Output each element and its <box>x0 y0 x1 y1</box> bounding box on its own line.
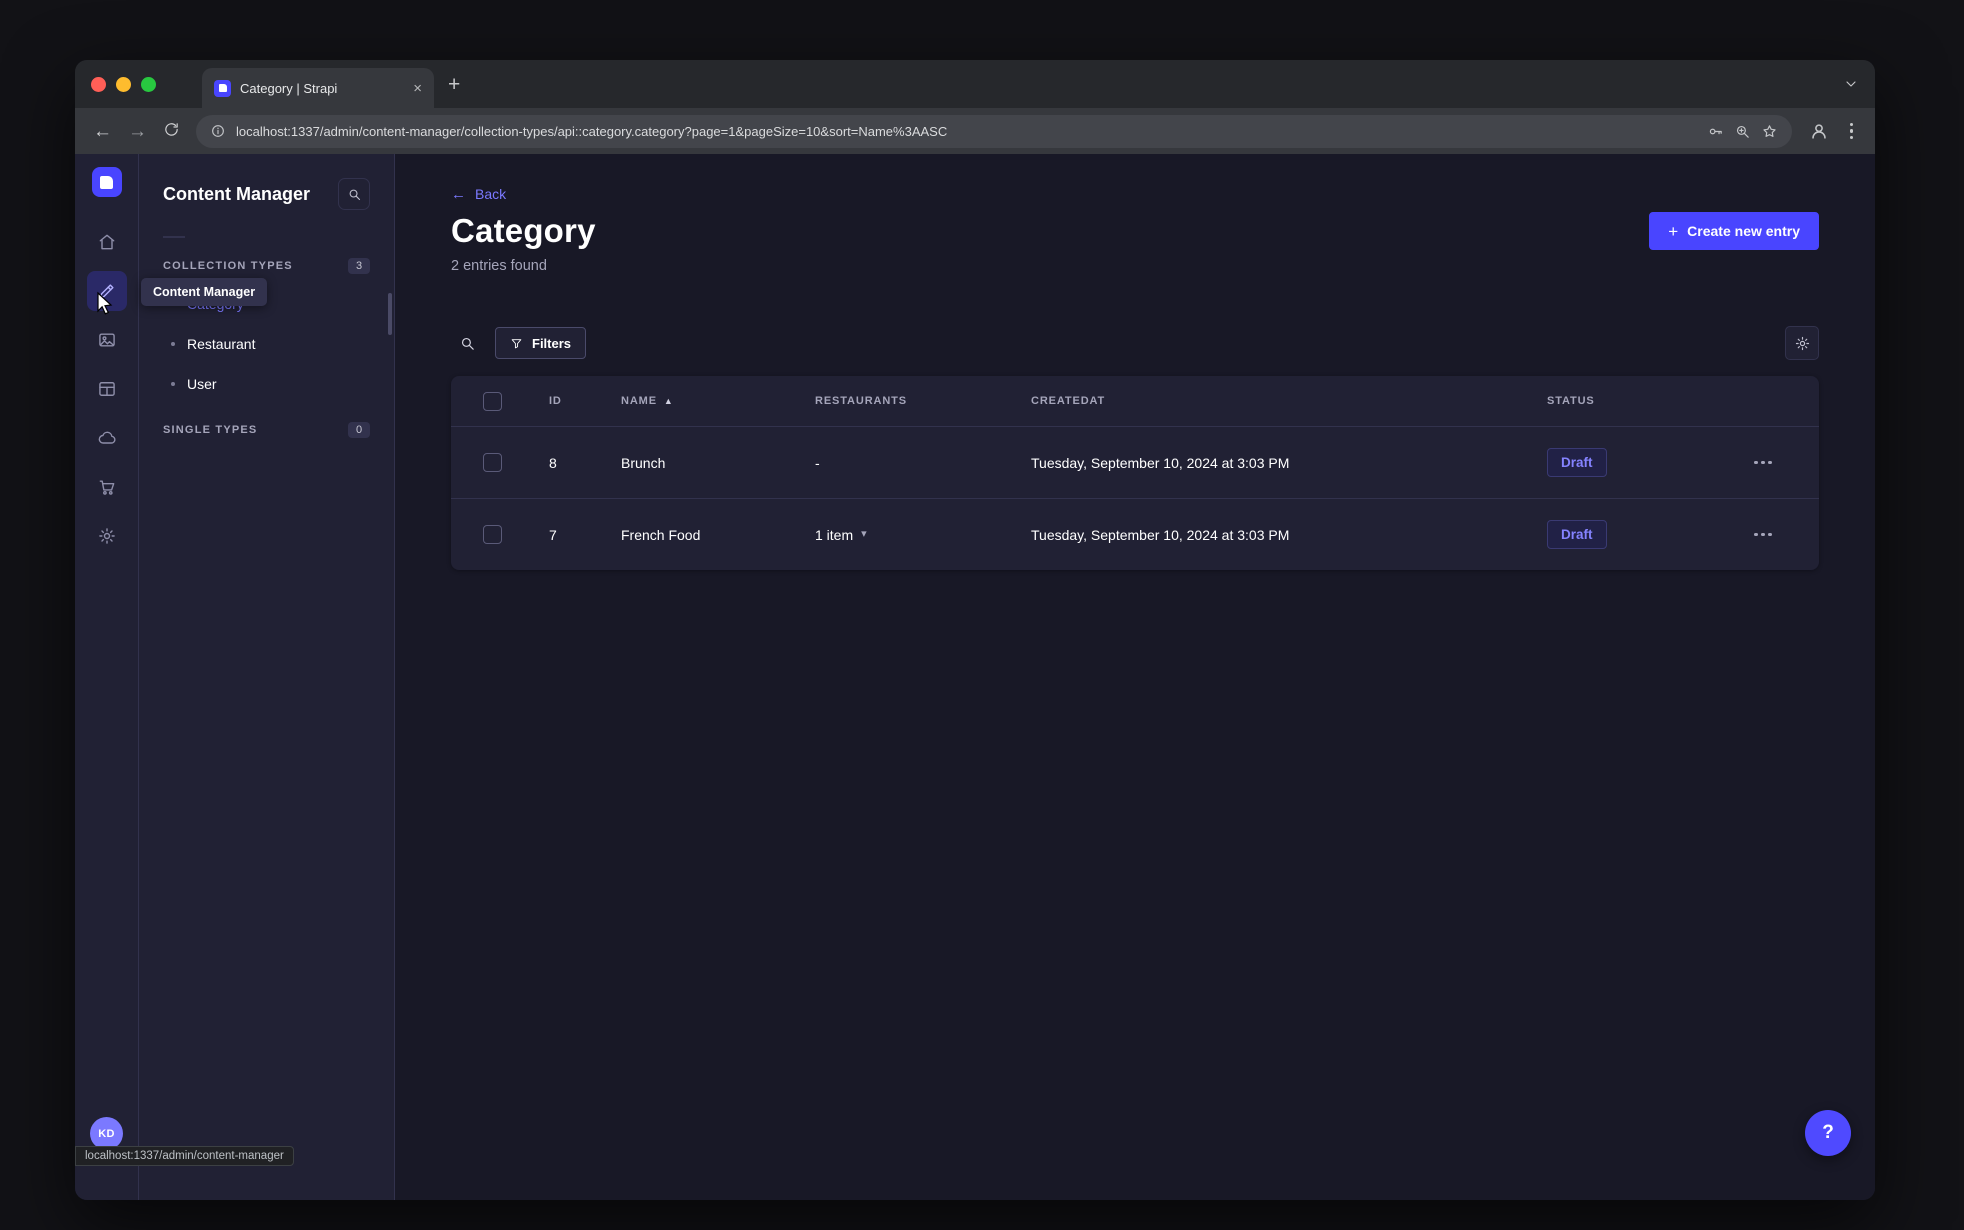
subnav-search-button[interactable] <box>338 178 370 210</box>
content-manager-subnav: Content Manager COLLECTION TYPES 3 Categ… <box>139 154 395 1200</box>
single-types-label: SINGLE TYPES <box>163 424 258 436</box>
column-header-name-label: NAME <box>621 395 657 407</box>
table-row[interactable]: 7 French Food 1 item ▾ Tuesday, Septembe… <box>451 498 1819 570</box>
window-close-button[interactable] <box>91 76 106 92</box>
subnav-scrollbar-thumb[interactable] <box>388 293 392 335</box>
status-badge: Draft <box>1547 448 1607 477</box>
tab-title: Category | Strapi <box>240 80 338 96</box>
strapi-logo[interactable] <box>91 167 122 197</box>
cell-name: Brunch <box>621 454 666 471</box>
filters-button[interactable]: Filters <box>495 327 587 359</box>
row-checkbox[interactable] <box>483 453 502 472</box>
table-row[interactable]: 8 Brunch - Tuesday, September 10, 2024 a… <box>451 426 1819 498</box>
cell-createdat: Tuesday, September 10, 2024 at 3:03 PM <box>1031 526 1290 543</box>
tab-close-icon[interactable]: × <box>413 81 422 96</box>
cell-id: 8 <box>549 454 557 471</box>
search-button[interactable] <box>451 327 483 359</box>
back-link[interactable]: ← Back <box>451 186 506 202</box>
column-header-id[interactable]: ID <box>549 395 621 407</box>
url-text[interactable]: localhost:1337/admin/content-manager/col… <box>236 124 1697 139</box>
column-header-createdat[interactable]: CREATEDAT <box>1031 395 1547 407</box>
back-arrow-icon: ← <box>451 185 466 203</box>
status-badge: Draft <box>1547 520 1607 549</box>
bullet-icon <box>171 342 175 346</box>
media-library-icon[interactable] <box>87 320 127 360</box>
subnav-item-label: User <box>187 376 217 392</box>
subnav-item-restaurant[interactable]: Restaurant <box>163 324 370 364</box>
traffic-lights <box>91 76 156 92</box>
content-type-builder-icon[interactable] <box>87 369 127 409</box>
strapi-favicon-icon <box>214 79 231 97</box>
create-new-entry-label: Create new entry <box>1687 223 1800 239</box>
browser-reload-button[interactable] <box>163 121 180 142</box>
table-header-row: ID NAME ▲ RESTAURANTS CREATEDAT STATUS <box>451 376 1819 426</box>
address-bar[interactable]: localhost:1337/admin/content-manager/col… <box>196 114 1792 148</box>
relation-count-label: 1 item <box>815 526 854 543</box>
filter-funnel-icon <box>511 338 522 348</box>
row-actions-button[interactable] <box>1707 532 1819 537</box>
entries-count: 2 entries found <box>451 258 547 274</box>
site-info-icon[interactable] <box>210 123 226 139</box>
list-view: ← Back Category + Create new entry 2 ent… <box>395 154 1875 1200</box>
column-header-status[interactable]: STATUS <box>1547 395 1707 407</box>
bullet-icon <box>171 382 175 386</box>
password-key-icon[interactable] <box>1707 123 1724 140</box>
row-actions-button[interactable] <box>1707 460 1819 465</box>
browser-toolbar: ← → localhost:1337/admin/content-manager… <box>75 108 1875 154</box>
column-header-name[interactable]: NAME ▲ <box>621 395 815 407</box>
bookmark-star-icon[interactable] <box>1761 123 1778 140</box>
sort-asc-icon: ▲ <box>663 395 674 406</box>
settings-gear-icon[interactable] <box>87 516 127 556</box>
plus-icon: + <box>1668 221 1679 241</box>
row-checkbox[interactable] <box>483 525 502 544</box>
entries-table: ID NAME ▲ RESTAURANTS CREATEDAT STATUS 8… <box>451 376 1819 570</box>
collection-types-count-badge: 3 <box>348 258 370 274</box>
browser-tab[interactable]: Category | Strapi × <box>202 68 434 108</box>
filters-label: Filters <box>532 335 572 351</box>
subnav-item-user[interactable]: User <box>163 364 370 404</box>
window-zoom-button[interactable] <box>141 76 156 92</box>
help-button[interactable]: ? <box>1805 1110 1851 1156</box>
create-new-entry-button[interactable]: + Create new entry <box>1649 212 1819 250</box>
home-icon[interactable] <box>87 222 127 262</box>
single-types-count-badge: 0 <box>348 422 370 438</box>
cell-createdat: Tuesday, September 10, 2024 at 3:03 PM <box>1031 454 1290 471</box>
cloud-icon[interactable] <box>87 418 127 458</box>
column-header-restaurants[interactable]: RESTAURANTS <box>815 395 1031 407</box>
browser-back-button[interactable]: ← <box>93 122 112 141</box>
select-all-checkbox[interactable] <box>483 391 502 411</box>
tab-search-chevron-icon[interactable] <box>1843 76 1859 92</box>
marketplace-cart-icon[interactable] <box>87 467 127 507</box>
cell-name: French Food <box>621 526 701 543</box>
browser-tab-strip: Category | Strapi × + <box>75 60 1875 108</box>
strapi-admin-app: KD Content Manager COLLECTION TYPES 3 Ca… <box>75 154 1875 1200</box>
main-nav-rail: KD <box>75 154 139 1200</box>
cell-restaurants: - <box>815 454 820 471</box>
collection-types-label: COLLECTION TYPES <box>163 260 293 272</box>
browser-menu-icon[interactable] <box>1846 122 1858 140</box>
browser-profile-icon[interactable] <box>1808 120 1830 142</box>
view-settings-button[interactable] <box>1785 326 1819 360</box>
zoom-icon[interactable] <box>1734 123 1751 140</box>
content-manager-icon[interactable] <box>86 271 127 311</box>
page-title: Category <box>451 212 596 249</box>
back-label: Back <box>475 186 507 202</box>
cell-id: 7 <box>549 526 557 543</box>
nav-tooltip: Content Manager <box>141 278 268 306</box>
new-tab-button[interactable]: + <box>448 74 460 95</box>
browser-forward-button[interactable]: → <box>128 122 147 141</box>
chevron-down-icon: ▾ <box>861 528 867 540</box>
subnav-divider <box>163 236 185 238</box>
window-minimize-button[interactable] <box>116 76 131 92</box>
subnav-item-label: Restaurant <box>187 336 256 352</box>
browser-window: Category | Strapi × + ← → localhost:1337… <box>75 60 1875 1200</box>
relation-expander[interactable]: 1 item ▾ <box>815 527 867 543</box>
subnav-title: Content Manager <box>163 183 311 204</box>
link-preview-bubble: localhost:1337/admin/content-manager <box>75 1146 294 1166</box>
